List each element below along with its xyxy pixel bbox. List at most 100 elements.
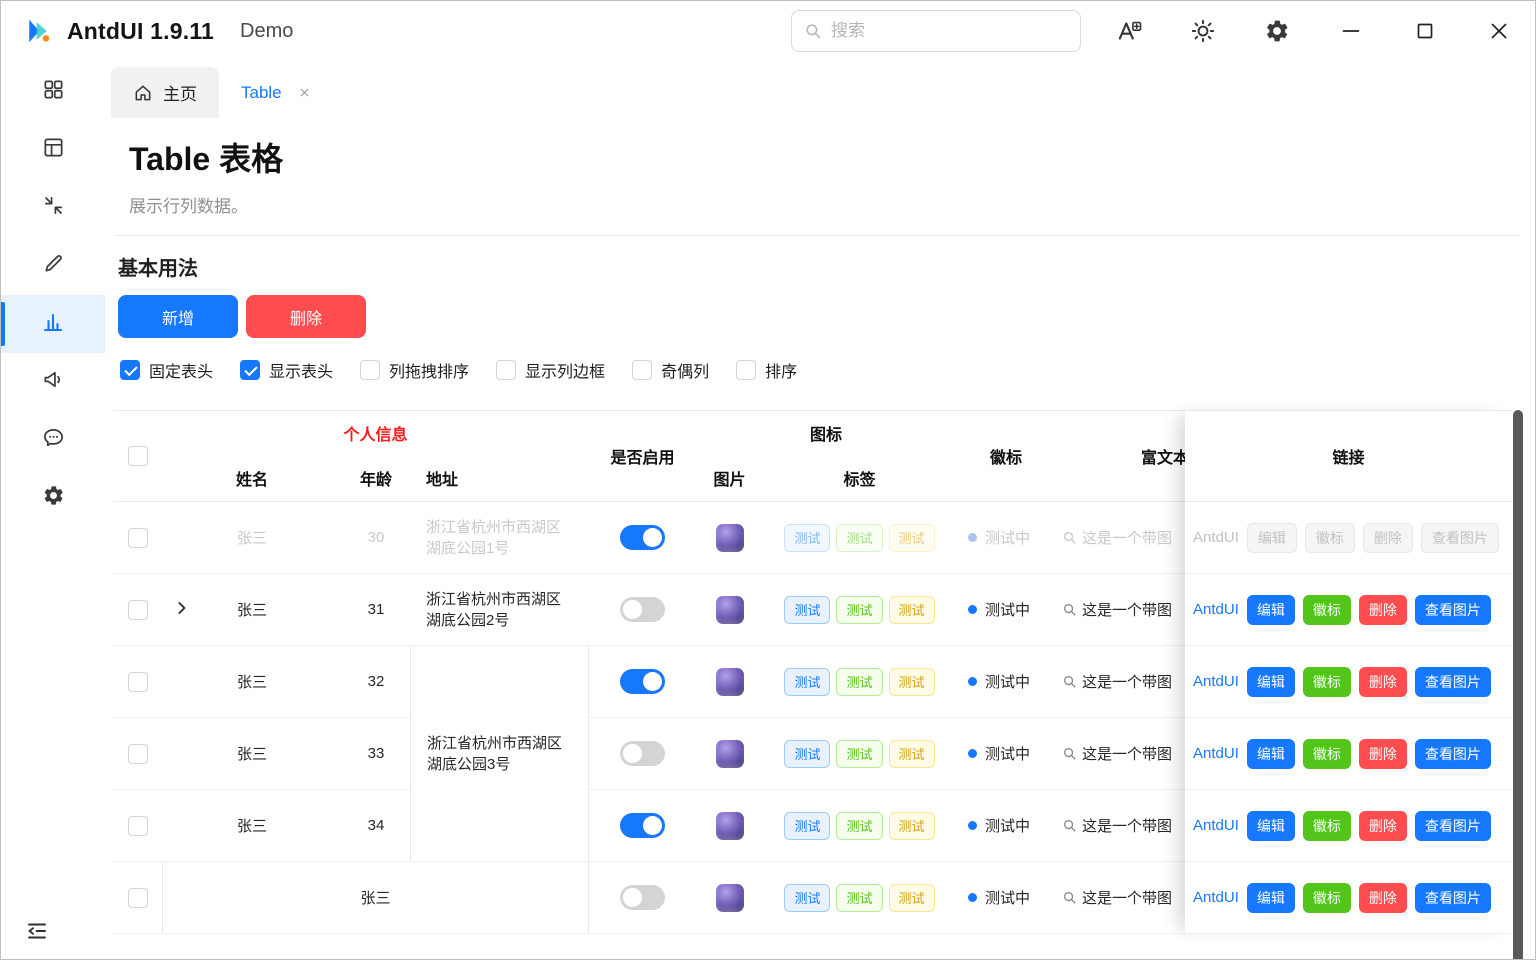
row-checkbox[interactable]: [128, 600, 148, 620]
menu-collapse-button[interactable]: [1, 907, 105, 959]
tab-home[interactable]: 主页: [111, 67, 219, 118]
badge-button[interactable]: 徽标: [1303, 811, 1351, 841]
badge-button[interactable]: 徽标: [1303, 595, 1351, 625]
view-image-button[interactable]: 查看图片: [1415, 667, 1491, 697]
antdui-link[interactable]: AntdUI: [1193, 745, 1239, 762]
enabled-switch[interactable]: [620, 597, 665, 622]
badge-button[interactable]: 徽标: [1303, 739, 1351, 769]
sidebar-item-dashboard[interactable]: [1, 63, 105, 121]
checkbox-icon[interactable]: [632, 360, 652, 380]
delete-row-button[interactable]: 删除: [1359, 739, 1407, 769]
minimize-button[interactable]: [1329, 9, 1373, 53]
option-zebra[interactable]: 奇偶列: [632, 358, 709, 382]
close-button[interactable]: [1477, 9, 1521, 53]
font-size-icon[interactable]: [1107, 9, 1151, 53]
tag-blue: 测试: [784, 668, 830, 696]
select-all-cell: [114, 411, 162, 501]
badge-button[interactable]: 徽标: [1303, 883, 1351, 913]
view-image-button[interactable]: 查看图片: [1415, 595, 1491, 625]
sidebar-item-layout[interactable]: [1, 121, 105, 179]
checkbox-checked-icon[interactable]: [120, 360, 140, 380]
antdui-link[interactable]: AntdUI: [1193, 529, 1239, 546]
edit-button[interactable]: 编辑: [1247, 883, 1295, 913]
row-checkbox[interactable]: [128, 744, 148, 764]
expand-chevron-icon[interactable]: [173, 599, 190, 620]
badge-cell: 测试中: [956, 862, 1056, 934]
maximize-button[interactable]: [1403, 9, 1447, 53]
links-cell: AntdUI 编辑 徽标 删除 查看图片: [1185, 574, 1512, 646]
delete-row-button[interactable]: 删除: [1359, 595, 1407, 625]
sidebar-item-edit[interactable]: [1, 237, 105, 295]
edit-button[interactable]: 编辑: [1247, 739, 1295, 769]
tags-cell: 测试 测试 测试: [763, 862, 956, 934]
view-image-button[interactable]: 查看图片: [1415, 883, 1491, 913]
sidebar-item-chart[interactable]: [1, 295, 105, 353]
badge-dot-icon: [968, 893, 977, 902]
enabled-switch[interactable]: [620, 525, 665, 550]
edit-button[interactable]: 编辑: [1247, 811, 1295, 841]
enabled-switch[interactable]: [620, 741, 665, 766]
address-cell-merged: 浙江省杭州市西湖区湖底公园3号: [410, 646, 589, 862]
antdui-link[interactable]: AntdUI: [1193, 673, 1239, 690]
view-image-button[interactable]: 查看图片: [1421, 523, 1499, 553]
edit-button[interactable]: 编辑: [1247, 523, 1297, 553]
antdui-link[interactable]: AntdUI: [1193, 889, 1239, 906]
row-checkbox[interactable]: [128, 528, 148, 548]
option-show-header[interactable]: 显示表头: [240, 358, 333, 382]
antdui-link[interactable]: AntdUI: [1193, 601, 1239, 618]
option-fixed-header[interactable]: 固定表头: [120, 358, 213, 382]
tag-blue: 测试: [784, 884, 830, 912]
delete-row-button[interactable]: 删除: [1359, 811, 1407, 841]
sidebar-item-notice[interactable]: [1, 353, 105, 411]
magnifier-icon: [1062, 890, 1077, 905]
search-box[interactable]: [791, 10, 1081, 52]
tab-table-label: Table: [241, 83, 282, 103]
tag-green: 测试: [836, 668, 882, 696]
tab-table[interactable]: Table: [219, 67, 333, 118]
row-checkbox[interactable]: [128, 888, 148, 908]
enabled-switch[interactable]: [620, 669, 665, 694]
option-column-border[interactable]: 显示列边框: [496, 358, 605, 382]
vertical-scrollbar[interactable]: [1513, 410, 1523, 959]
enabled-switch[interactable]: [620, 813, 665, 838]
section-title: 基本用法: [118, 252, 1535, 281]
tag-green: 测试: [836, 812, 882, 840]
row-checkbox[interactable]: [128, 816, 148, 836]
sidebar-item-compress[interactable]: [1, 179, 105, 237]
checkbox-icon[interactable]: [736, 360, 756, 380]
delete-button[interactable]: 删除: [246, 295, 366, 338]
option-sort[interactable]: 排序: [736, 358, 797, 382]
table-body: 张三 30 浙江省杭州市西湖区湖底公园1号 测试 测试 测试 测试中 这是一个带…: [114, 502, 1283, 934]
sidebar-item-settings[interactable]: [1, 469, 105, 527]
name-cell: 张三: [162, 502, 342, 574]
checkbox-checked-icon[interactable]: [240, 360, 260, 380]
option-drag-sort[interactable]: 列拖拽排序: [360, 358, 469, 382]
gear-icon: [42, 484, 65, 512]
delete-row-button[interactable]: 删除: [1359, 667, 1407, 697]
app-logo-icon: [21, 14, 55, 48]
tag-green: 测试: [836, 596, 882, 624]
magnifier-icon: [1062, 746, 1077, 761]
settings-icon[interactable]: [1255, 9, 1299, 53]
enabled-switch[interactable]: [620, 885, 665, 910]
checkbox-icon[interactable]: [360, 360, 380, 380]
edit-button[interactable]: 编辑: [1247, 595, 1295, 625]
badge-button[interactable]: 徽标: [1303, 667, 1351, 697]
view-image-button[interactable]: 查看图片: [1415, 739, 1491, 769]
antdui-link[interactable]: AntdUI: [1193, 817, 1239, 834]
links-cell: AntdUI 编辑 徽标 删除 查看图片: [1185, 862, 1512, 934]
view-image-button[interactable]: 查看图片: [1415, 811, 1491, 841]
add-button[interactable]: 新增: [118, 295, 238, 338]
edit-button[interactable]: 编辑: [1247, 667, 1295, 697]
sidebar-item-message[interactable]: [1, 411, 105, 469]
badge-button[interactable]: 徽标: [1305, 523, 1355, 553]
delete-row-button[interactable]: 删除: [1363, 523, 1413, 553]
tags-cell: 测试 测试 测试: [763, 718, 956, 790]
search-input[interactable]: [831, 21, 1068, 41]
select-all-checkbox[interactable]: [128, 446, 148, 466]
checkbox-icon[interactable]: [496, 360, 516, 380]
row-checkbox[interactable]: [128, 672, 148, 692]
delete-row-button[interactable]: 删除: [1359, 883, 1407, 913]
tab-close-icon[interactable]: [298, 86, 311, 99]
theme-light-icon[interactable]: [1181, 9, 1225, 53]
